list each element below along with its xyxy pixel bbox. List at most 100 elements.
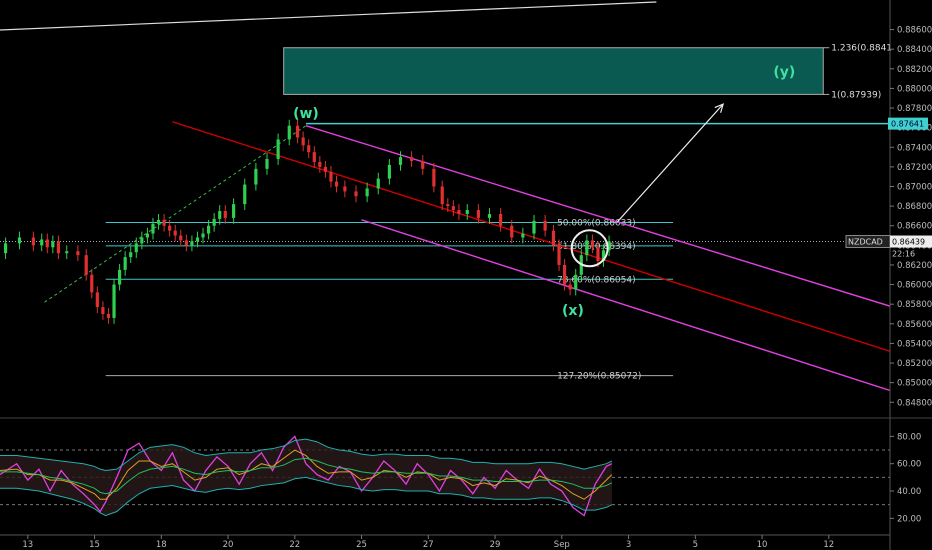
candle-body bbox=[212, 218, 216, 226]
osc-tick-label: 40.00 bbox=[897, 487, 921, 497]
time-tick-label: 3 bbox=[626, 540, 631, 550]
oscillator-pane bbox=[0, 435, 890, 517]
candle-body bbox=[562, 264, 567, 285]
candle-body bbox=[90, 274, 94, 293]
candle-body bbox=[499, 213, 503, 226]
candle-body bbox=[476, 210, 480, 218]
target-zone-box bbox=[283, 47, 824, 95]
price-tick-label: 0.85800 bbox=[897, 300, 932, 310]
candle-body bbox=[190, 241, 194, 246]
candle-body bbox=[51, 241, 55, 248]
wave-label: (y) bbox=[773, 65, 795, 81]
osc-tick-label: 80.00 bbox=[897, 432, 921, 442]
candle-body bbox=[596, 247, 600, 262]
candle-body bbox=[179, 235, 183, 241]
channel-line bbox=[172, 121, 891, 352]
candle-body bbox=[318, 161, 322, 167]
candle-body bbox=[134, 243, 138, 253]
candle-body bbox=[510, 225, 514, 238]
candle-body bbox=[451, 206, 455, 211]
candle-body bbox=[532, 220, 536, 234]
candle-body bbox=[145, 233, 150, 238]
candle-body bbox=[410, 157, 414, 161]
time-tick-label: 25 bbox=[356, 540, 367, 550]
candle-body bbox=[568, 284, 572, 290]
fib-level-label: 78.60%(0.86054) bbox=[557, 275, 636, 285]
candle-body bbox=[243, 184, 247, 205]
time-tick-label: 18 bbox=[156, 540, 167, 550]
candle-body bbox=[421, 161, 425, 169]
candle-body bbox=[56, 241, 61, 254]
price-tick-label: 0.88600 bbox=[897, 26, 932, 36]
candle-body bbox=[329, 171, 333, 182]
candle-body bbox=[307, 145, 311, 153]
candle-body bbox=[84, 255, 88, 275]
price-tick-label: 0.85200 bbox=[897, 359, 932, 369]
candle-body bbox=[168, 225, 172, 231]
candle-body bbox=[184, 240, 188, 246]
candle-body bbox=[365, 188, 369, 197]
time-tick-label: 29 bbox=[490, 540, 501, 550]
candle-body bbox=[343, 186, 347, 192]
price-tick-label: 0.85400 bbox=[897, 339, 932, 349]
time-tick-label: 27 bbox=[423, 540, 434, 550]
target-label-lower: 1(0.87939) bbox=[831, 90, 881, 100]
candle-body bbox=[129, 252, 133, 258]
candle-body bbox=[465, 210, 469, 214]
time-tick-label: Sep bbox=[554, 540, 570, 550]
candle-body bbox=[123, 257, 127, 270]
time-tick-label: 12 bbox=[823, 540, 834, 550]
candle-body bbox=[543, 220, 547, 231]
price-tick-label: 0.87200 bbox=[897, 163, 932, 173]
candle-body bbox=[195, 237, 200, 242]
wave-label: (x) bbox=[562, 303, 584, 319]
price-tick-label: 0.87000 bbox=[897, 183, 932, 193]
candle-body bbox=[45, 239, 49, 248]
candle-body bbox=[387, 164, 391, 179]
candle-body bbox=[551, 230, 556, 246]
time-tick-label: 22 bbox=[289, 540, 300, 550]
fib-level-label: 61.80%(0.86394) bbox=[557, 242, 636, 252]
candle-body bbox=[151, 223, 155, 234]
candle-body bbox=[301, 137, 305, 146]
candle-body bbox=[117, 269, 122, 285]
candle-body bbox=[156, 219, 161, 224]
price-tick-label: 0.87400 bbox=[897, 143, 932, 153]
last-price-label: 0.86439 bbox=[892, 238, 925, 247]
candle-body bbox=[232, 204, 236, 218]
candle-body bbox=[457, 210, 461, 214]
candle-body bbox=[106, 314, 111, 318]
candle-body bbox=[376, 178, 380, 189]
candle-body bbox=[574, 274, 578, 290]
price-tick-label: 0.85000 bbox=[897, 379, 932, 389]
time-tick-label: 13 bbox=[22, 540, 33, 550]
price-tick-label: 0.87800 bbox=[897, 104, 932, 114]
candle-body bbox=[590, 240, 595, 248]
candle-body bbox=[140, 237, 144, 244]
projection-arrow bbox=[616, 103, 724, 223]
price-tick-label: 0.88400 bbox=[897, 45, 932, 55]
candle-body bbox=[557, 245, 561, 265]
candle-body bbox=[173, 230, 177, 236]
fib-level-label: 127.20%(0.85072) bbox=[557, 372, 641, 382]
candle-body bbox=[521, 233, 525, 238]
osc-tick-label: 60.00 bbox=[897, 460, 921, 470]
wave-label: (w) bbox=[293, 106, 319, 122]
time-tick-label: 5 bbox=[693, 540, 698, 550]
candle-body bbox=[3, 243, 8, 254]
price-tick-label: 0.88200 bbox=[897, 65, 932, 75]
candle-body bbox=[323, 166, 328, 172]
price-tick-label: 0.86000 bbox=[897, 281, 932, 291]
time-tick-label: 20 bbox=[223, 540, 234, 550]
candle-body bbox=[398, 157, 403, 165]
candle-body bbox=[254, 168, 258, 185]
candle-body bbox=[295, 125, 300, 138]
symbol-label: NZDCAD bbox=[848, 238, 883, 247]
candle-body bbox=[446, 204, 450, 207]
countdown-label: 22:16 bbox=[892, 250, 915, 259]
candle-body bbox=[276, 139, 280, 160]
candle-body bbox=[287, 125, 291, 140]
price-tick-label: 0.86800 bbox=[897, 202, 932, 212]
candle-body bbox=[31, 237, 35, 246]
time-tick-label: 15 bbox=[89, 540, 100, 550]
